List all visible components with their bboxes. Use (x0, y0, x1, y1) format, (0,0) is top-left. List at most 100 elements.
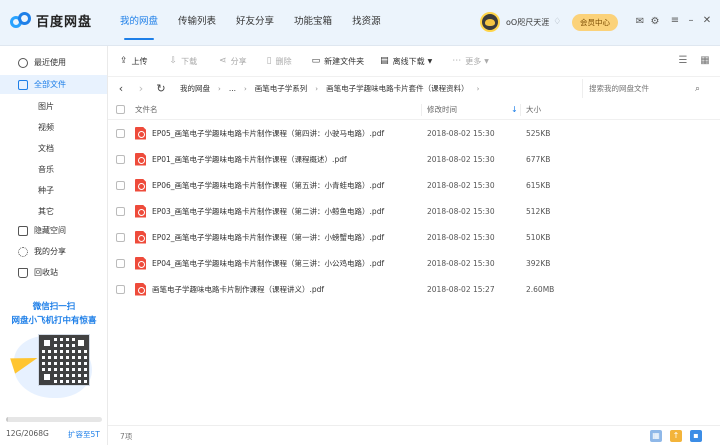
file-date: 2018-08-02 15:30 (427, 258, 495, 268)
cloud-logo-icon (10, 10, 32, 30)
file-size: 392KB (526, 258, 551, 268)
table-row[interactable]: 画笔电子学趣味电路卡片制作课程（课程讲义）.pdf 2018-08-02 15:… (108, 276, 720, 302)
breadcrumb-series[interactable]: 画笔电子学系列 (255, 83, 308, 94)
table-row[interactable]: EP02_画笔电子学趣味电路卡片制作课程（第一讲：小螃蟹电路）.pdf 2018… (108, 224, 720, 250)
apps-grid-icon[interactable]: ▦ (650, 430, 662, 442)
table-row[interactable]: EP03_画笔电子学趣味电路卡片制作课程（第二讲：小鲸鱼电路）.pdf 2018… (108, 198, 720, 224)
delete-button[interactable]: ▯ 删除 (267, 51, 292, 71)
grid-view-icon[interactable]: ▦ (698, 54, 712, 68)
breadcrumb-ellipsis[interactable]: ... (229, 84, 236, 93)
qr-code[interactable] (38, 334, 90, 386)
breadcrumb-current-folder[interactable]: 画笔电子学趣味电路卡片套件（课程资料） (326, 83, 469, 94)
sidebar-item-recycle-bin[interactable]: 回收站 (0, 263, 107, 282)
table-row[interactable]: EP05_画笔电子学趣味电路卡片制作课程（第四讲：小驶马电路）.pdf 2018… (108, 120, 720, 146)
file-name[interactable]: EP02_画笔电子学趣味电路卡片制作课程（第一讲：小螃蟹电路）.pdf (152, 232, 384, 243)
lock-icon[interactable]: ▪ (690, 430, 702, 442)
sort-down-icon[interactable]: ↓ (511, 105, 518, 114)
chevron-down-icon: ▼ (484, 57, 489, 65)
table-row[interactable]: EP04_画笔电子学趣味电路卡片制作课程（第三讲：小公鸡电路）.pdf 2018… (108, 250, 720, 276)
row-checkbox[interactable] (116, 128, 125, 138)
storage-text: 12G/2068G (6, 429, 49, 438)
trash-icon (18, 267, 28, 278)
minimize-icon[interactable]: – (685, 15, 697, 27)
row-checkbox[interactable] (116, 258, 125, 268)
sidebar-item-documents[interactable]: 文档 (38, 143, 54, 154)
file-name[interactable]: EP03_画笔电子学趣味电路卡片制作课程（第二讲：小鲸鱼电路）.pdf (152, 206, 384, 217)
file-name[interactable]: EP05_画笔电子学趣味电路卡片制作课程（第四讲：小驶马电路）.pdf (152, 128, 384, 139)
file-name[interactable]: EP06_画笔电子学趣味电路卡片制作课程（第五讲：小青蛙电路）.pdf (152, 180, 384, 191)
row-checkbox[interactable] (116, 154, 125, 164)
file-name[interactable]: EP01_画笔电子学趣味电路卡片制作课程（课程概述）.pdf (152, 154, 347, 165)
tab-friend-share[interactable]: 好友分享 (226, 0, 284, 46)
breadcrumb-my-disk[interactable]: 我的网盘 (180, 83, 210, 94)
promo-banner[interactable]: 微信扫一扫 网盘小飞机打中有惊喜 (0, 300, 108, 326)
file-date: 2018-08-02 15:30 (427, 232, 495, 242)
offline-download-button[interactable]: ▤ 离线下载 ▼ (380, 51, 436, 71)
tab-toolbox[interactable]: 功能宝箱 (284, 0, 342, 46)
list-view-icon[interactable]: ☰ (676, 54, 690, 68)
username[interactable]: oO咫尺天涯 (506, 17, 549, 28)
main-nav: 我的网盘 传输列表 好友分享 功能宝箱 找资源 (110, 0, 391, 46)
table-row[interactable]: EP01_画笔电子学趣味电路卡片制作课程（课程概述）.pdf 2018-08-0… (108, 146, 720, 172)
new-folder-button[interactable]: ▭ 新建文件夹 (312, 51, 365, 71)
forward-arrow-icon[interactable]: › (134, 82, 148, 95)
column-header-date[interactable]: 修改时间 (427, 104, 457, 115)
file-size: 510KB (526, 232, 551, 242)
vip-center-button[interactable]: 会员中心 (572, 14, 618, 31)
file-name[interactable]: 画笔电子学趣味电路卡片制作课程（课程讲义）.pdf (152, 284, 324, 295)
row-checkbox[interactable] (116, 284, 125, 294)
sidebar-item-videos[interactable]: 视频 (38, 122, 54, 133)
row-checkbox[interactable] (116, 206, 125, 216)
storage-usage-bar (6, 417, 102, 422)
tab-find-resources[interactable]: 找资源 (342, 0, 391, 46)
tab-my-disk[interactable]: 我的网盘 (110, 0, 168, 46)
back-arrow-icon[interactable]: ‹ (114, 82, 128, 95)
row-checkbox[interactable] (116, 232, 125, 242)
file-size: 512KB (526, 206, 551, 216)
sidebar: 最近使用 全部文件 图片 视频 文档 音乐 种子 其它 隐藏空间 我的分享 回收… (0, 46, 108, 445)
close-icon[interactable]: ✕ (701, 15, 713, 27)
sidebar-item-hidden-space[interactable]: 隐藏空间 (0, 221, 107, 240)
sidebar-item-all-files[interactable]: 全部文件 (0, 75, 107, 94)
sidebar-item-recent[interactable]: 最近使用 (0, 53, 107, 72)
sidebar-item-others[interactable]: 其它 (38, 206, 54, 217)
promo-qr-area[interactable] (10, 330, 94, 400)
gear-icon[interactable]: ⚙ (648, 15, 662, 29)
row-checkbox[interactable] (116, 180, 125, 190)
user-info[interactable]: oO咫尺天涯 ♢ (480, 12, 561, 32)
pdf-file-icon (135, 256, 146, 270)
sidebar-item-label: 回收站 (34, 268, 58, 277)
upload-button[interactable]: ⇪ 上传 (120, 51, 148, 71)
top-bar: 百度网盘 我的网盘 传输列表 好友分享 功能宝箱 找资源 oO咫尺天涯 ♢ 会员… (0, 0, 720, 46)
pdf-file-icon (135, 282, 146, 296)
column-header-size[interactable]: 大小 (526, 104, 541, 115)
menu-icon[interactable]: ≡ (669, 15, 681, 27)
column-header-name[interactable]: 文件名 (135, 104, 158, 115)
table-row[interactable]: EP06_画笔电子学趣味电路卡片制作课程（第五讲：小青蛙电路）.pdf 2018… (108, 172, 720, 198)
refresh-icon[interactable]: ↻ (154, 82, 168, 95)
sidebar-item-label: 最近使用 (34, 58, 66, 67)
file-name[interactable]: EP04_画笔电子学趣味电路卡片制作课程（第三讲：小公鸡电路）.pdf (152, 258, 384, 269)
tab-transfer-list[interactable]: 传输列表 (168, 0, 226, 46)
file-date: 2018-08-02 15:30 (427, 206, 495, 216)
file-size: 525KB (526, 128, 551, 138)
search-icon[interactable]: ⌕ (695, 84, 700, 94)
sidebar-item-music[interactable]: 音乐 (38, 164, 54, 175)
sidebar-item-images[interactable]: 图片 (38, 101, 54, 112)
select-all-checkbox[interactable] (116, 105, 125, 114)
share-button[interactable]: ⋖ 分享 (219, 51, 247, 71)
mail-icon[interactable]: ✉ (633, 15, 647, 29)
pdf-file-icon (135, 230, 146, 244)
sidebar-item-label: 隐藏空间 (34, 226, 66, 235)
expand-storage-link[interactable]: 扩容至5T (68, 429, 100, 440)
sidebar-item-my-share[interactable]: 我的分享 (0, 242, 107, 261)
app-logo[interactable]: 百度网盘 (10, 10, 92, 30)
sidebar-item-torrents[interactable]: 种子 (38, 185, 54, 196)
offline-download-icon: ▤ (380, 56, 389, 66)
search-input[interactable] (583, 84, 695, 93)
download-button[interactable]: ⇩ 下载 (170, 51, 198, 71)
search-box: ⌕ (582, 79, 714, 98)
avatar[interactable] (480, 12, 500, 32)
more-button[interactable]: ⋯ 更多 ▼ (452, 51, 493, 71)
upload-arrow-icon[interactable]: ↑ (670, 430, 682, 442)
